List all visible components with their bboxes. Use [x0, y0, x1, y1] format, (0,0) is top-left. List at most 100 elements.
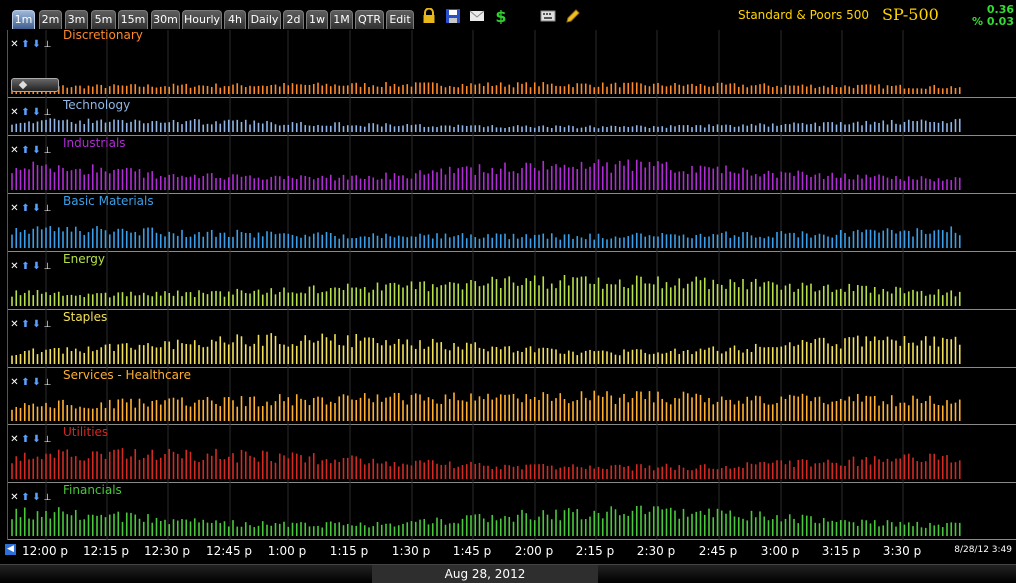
change-percent: % 0.03: [972, 15, 1014, 28]
email-icon[interactable]: [469, 8, 485, 24]
move-up-icon[interactable]: ⬆: [20, 203, 31, 215]
sector-panel: ✕ ⬆ ⬇ ⊥ Utilities: [8, 425, 1016, 483]
panel-title: Energy: [63, 252, 106, 266]
move-down-icon[interactable]: ⬇: [31, 261, 42, 273]
move-down-icon[interactable]: ⬇: [31, 319, 42, 331]
scroll-widget[interactable]: [11, 78, 59, 92]
tab-15m[interactable]: 15m: [118, 10, 148, 29]
close-icon[interactable]: ✕: [9, 145, 20, 157]
time-tick-label: 2:15 p: [575, 544, 615, 558]
dollar-icon[interactable]: $: [493, 8, 509, 24]
panel-controls: ✕ ⬆ ⬇ ⊥: [9, 254, 53, 272]
panel-controls: ✕ ⬆ ⬇ ⊥: [9, 196, 53, 214]
toolbar: 1m 2m 3m 5m 15m 30m Hourly 4h Daily 2d 1w 1M QTR Edit…: [0, 0, 1016, 30]
tab-2d[interactable]: 2d: [283, 10, 304, 29]
move-up-icon[interactable]: ⬆: [20, 492, 31, 504]
time-tick-label: 12:15 p: [82, 544, 130, 558]
close-icon[interactable]: ✕: [9, 377, 20, 389]
date-label: Aug 28, 2012: [372, 565, 598, 583]
tab-2m[interactable]: 2m: [39, 10, 62, 29]
pin-icon[interactable]: ⊥: [42, 492, 53, 504]
move-down-icon[interactable]: ⬇: [31, 377, 42, 389]
move-down-icon[interactable]: ⬇: [31, 492, 42, 504]
panel-title: Industrials: [63, 136, 126, 150]
time-tick-label: 3:30 p: [882, 544, 922, 558]
move-up-icon[interactable]: ⬆: [20, 434, 31, 446]
time-tick-label: 2:45 p: [698, 544, 738, 558]
time-tick-label: 1:30 p: [391, 544, 431, 558]
bar-chart: [11, 98, 961, 136]
panel-controls: ✕ ⬆ ⬇ ⊥: [9, 32, 53, 50]
move-up-icon[interactable]: ⬆: [20, 319, 31, 331]
close-icon[interactable]: ✕: [9, 261, 20, 273]
move-down-icon[interactable]: ⬇: [31, 434, 42, 446]
pin-icon[interactable]: ⊥: [42, 39, 53, 51]
tab-3m[interactable]: 3m: [65, 10, 88, 29]
time-tick-label: 3:15 p: [821, 544, 861, 558]
pin-icon[interactable]: ⊥: [42, 203, 53, 215]
panel-title: Basic Materials: [63, 194, 154, 208]
panel-title: Services - Healthcare: [63, 368, 191, 382]
pin-icon[interactable]: ⊥: [42, 434, 53, 446]
svg-text:$: $: [495, 8, 506, 24]
close-icon[interactable]: ✕: [9, 39, 20, 51]
bar-chart: [11, 136, 961, 194]
tab-edit[interactable]: Edit: [386, 10, 414, 29]
pin-icon[interactable]: ⊥: [42, 107, 53, 119]
move-down-icon[interactable]: ⬇: [31, 107, 42, 119]
keyboard-icon[interactable]: [540, 8, 556, 24]
move-up-icon[interactable]: ⬆: [20, 145, 31, 157]
tab-5m[interactable]: 5m: [91, 10, 116, 29]
tab-daily[interactable]: Daily: [248, 10, 281, 29]
tab-1w[interactable]: 1w: [306, 10, 328, 29]
bar-chart: [11, 252, 961, 310]
panel-controls: ✕ ⬆ ⬇ ⊥: [9, 370, 53, 388]
bar-chart: [11, 425, 961, 483]
sector-panel: ✕ ⬆ ⬇ ⊥ Financials: [8, 483, 1016, 540]
move-down-icon[interactable]: ⬇: [31, 39, 42, 51]
close-icon[interactable]: ✕: [9, 434, 20, 446]
tab-1m[interactable]: 1m: [12, 10, 35, 29]
time-tick-label: 12:30 p: [143, 544, 191, 558]
tab-4h[interactable]: 4h: [224, 10, 246, 29]
move-down-icon[interactable]: ⬇: [31, 145, 42, 157]
move-up-icon[interactable]: ⬆: [20, 261, 31, 273]
move-up-icon[interactable]: ⬆: [20, 39, 31, 51]
close-icon[interactable]: ✕: [9, 319, 20, 331]
lock-icon[interactable]: [421, 8, 437, 24]
tab-1m[interactable]: 1M: [330, 10, 353, 29]
date-bar: Aug 28, 2012: [0, 564, 1016, 583]
bar-chart: [11, 30, 961, 98]
save-icon[interactable]: [445, 8, 461, 24]
panel-controls: ✕ ⬆ ⬇ ⊥: [9, 100, 53, 118]
index-name: Standard & Poors 500: [738, 8, 869, 22]
sector-panel: ✕ ⬆ ⬇ ⊥ Services - Healthcare: [8, 368, 1016, 425]
panel-controls: ✕ ⬆ ⬇ ⊥: [9, 312, 53, 330]
move-down-icon[interactable]: ⬇: [31, 203, 42, 215]
move-up-icon[interactable]: ⬆: [20, 377, 31, 389]
time-tick-label: 3:00 p: [760, 544, 800, 558]
close-icon[interactable]: ✕: [9, 107, 20, 119]
tab-30m[interactable]: 30m: [151, 10, 180, 29]
pin-icon[interactable]: ⊥: [42, 377, 53, 389]
chart-area: ✕ ⬆ ⬇ ⊥ Discretionary ✕ ⬆ ⬇ ⊥ Technology ✕ ⬆ ⬇ ⊥ Indus…: [7, 28, 1016, 540]
bar-chart: [11, 483, 961, 540]
pencil-icon[interactable]: [565, 8, 581, 24]
bar-chart: [11, 194, 961, 252]
timestamp: 8/28/12 3:49: [954, 545, 1012, 555]
pin-icon[interactable]: ⊥: [42, 319, 53, 331]
close-icon[interactable]: ✕: [9, 492, 20, 504]
scroll-left-icon[interactable]: ◀: [5, 544, 16, 555]
tab-hourly[interactable]: Hourly: [182, 10, 222, 29]
pin-icon[interactable]: ⊥: [42, 261, 53, 273]
panel-title: Financials: [63, 483, 122, 497]
move-up-icon[interactable]: ⬆: [20, 107, 31, 119]
time-tick-label: 1:00 p: [267, 544, 307, 558]
panel-controls: ✕ ⬆ ⬇ ⊥: [9, 427, 53, 445]
close-icon[interactable]: ✕: [9, 203, 20, 215]
panel-title: Discretionary: [63, 28, 143, 42]
time-tick-label: 1:15 p: [329, 544, 369, 558]
index-symbol: SP-500: [882, 5, 939, 24]
tab-qtr[interactable]: QTR: [355, 10, 384, 29]
pin-icon[interactable]: ⊥: [42, 145, 53, 157]
